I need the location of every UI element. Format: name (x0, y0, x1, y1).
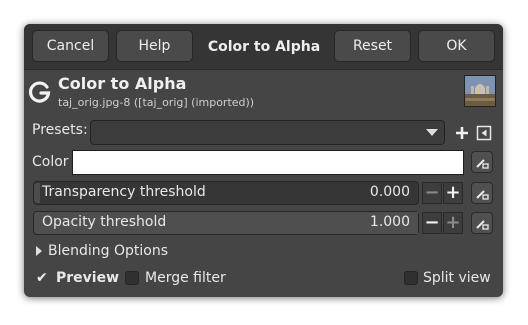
split-view-label[interactable]: Split view (423, 270, 491, 286)
preview-checkbox-label[interactable]: Preview (56, 270, 119, 286)
header-bar: Cancel Help Color to Alpha Reset OK (24, 24, 503, 70)
color-picker-icon (476, 190, 489, 200)
color-picker-icon (476, 159, 489, 169)
checkmark-icon[interactable]: ✔ (36, 270, 48, 286)
color-picker-icon (476, 220, 489, 230)
increase-transparency-button[interactable]: + (443, 182, 463, 204)
blending-options-expander[interactable]: Blending Options (48, 243, 168, 259)
chevron-down-icon (426, 129, 438, 136)
increase-opacity-button[interactable]: + (443, 212, 463, 234)
help-button[interactable]: Help (116, 30, 193, 62)
expander-arrow-icon[interactable] (36, 246, 42, 256)
split-view-checkbox[interactable] (404, 271, 418, 285)
slider-handle[interactable] (34, 183, 40, 203)
presets-label: Presets: (32, 122, 88, 138)
presets-combo[interactable] (90, 120, 445, 145)
ok-button[interactable]: OK (418, 30, 495, 62)
merge-filter-checkbox[interactable] (125, 271, 139, 285)
reset-button[interactable]: Reset (334, 30, 411, 62)
opacity-threshold-slider[interactable]: Opacity threshold 1.000 (33, 211, 419, 235)
opacity-threshold-value[interactable]: 1.000 (370, 214, 410, 230)
color-button[interactable] (72, 150, 464, 175)
color-to-alpha-dialog: Cancel Help Color to Alpha Reset OK Colo… (24, 24, 503, 297)
transparency-threshold-value[interactable]: 0.000 (370, 184, 410, 200)
opacity-picker-button[interactable] (471, 212, 493, 234)
plus-icon: + (445, 212, 461, 233)
decrease-opacity-button[interactable]: − (422, 212, 442, 234)
minus-icon: − (424, 182, 440, 203)
dialog-title: Color to Alpha (207, 38, 321, 55)
transparency-picker-button[interactable] (471, 182, 493, 204)
image-subtitle: taj_orig.jpg-8 ([taj_orig] (imported)) (58, 96, 255, 109)
gegl-logo-icon (29, 81, 51, 103)
color-picker-button[interactable] (471, 151, 493, 173)
add-preset-icon[interactable] (454, 125, 470, 141)
minus-icon: − (424, 212, 440, 233)
merge-filter-label[interactable]: Merge filter (145, 270, 226, 286)
cancel-button[interactable]: Cancel (32, 30, 109, 62)
image-thumbnail (464, 75, 496, 107)
decrease-transparency-button[interactable]: − (422, 182, 442, 204)
preset-menu-icon[interactable] (476, 125, 492, 141)
transparency-threshold-label: Transparency threshold (42, 184, 206, 200)
color-label: Color (32, 154, 69, 170)
opacity-threshold-label: Opacity threshold (42, 214, 167, 230)
filter-title: Color to Alpha (58, 74, 187, 93)
plus-icon: + (445, 182, 461, 203)
transparency-threshold-slider[interactable]: Transparency threshold 0.000 (33, 181, 419, 205)
